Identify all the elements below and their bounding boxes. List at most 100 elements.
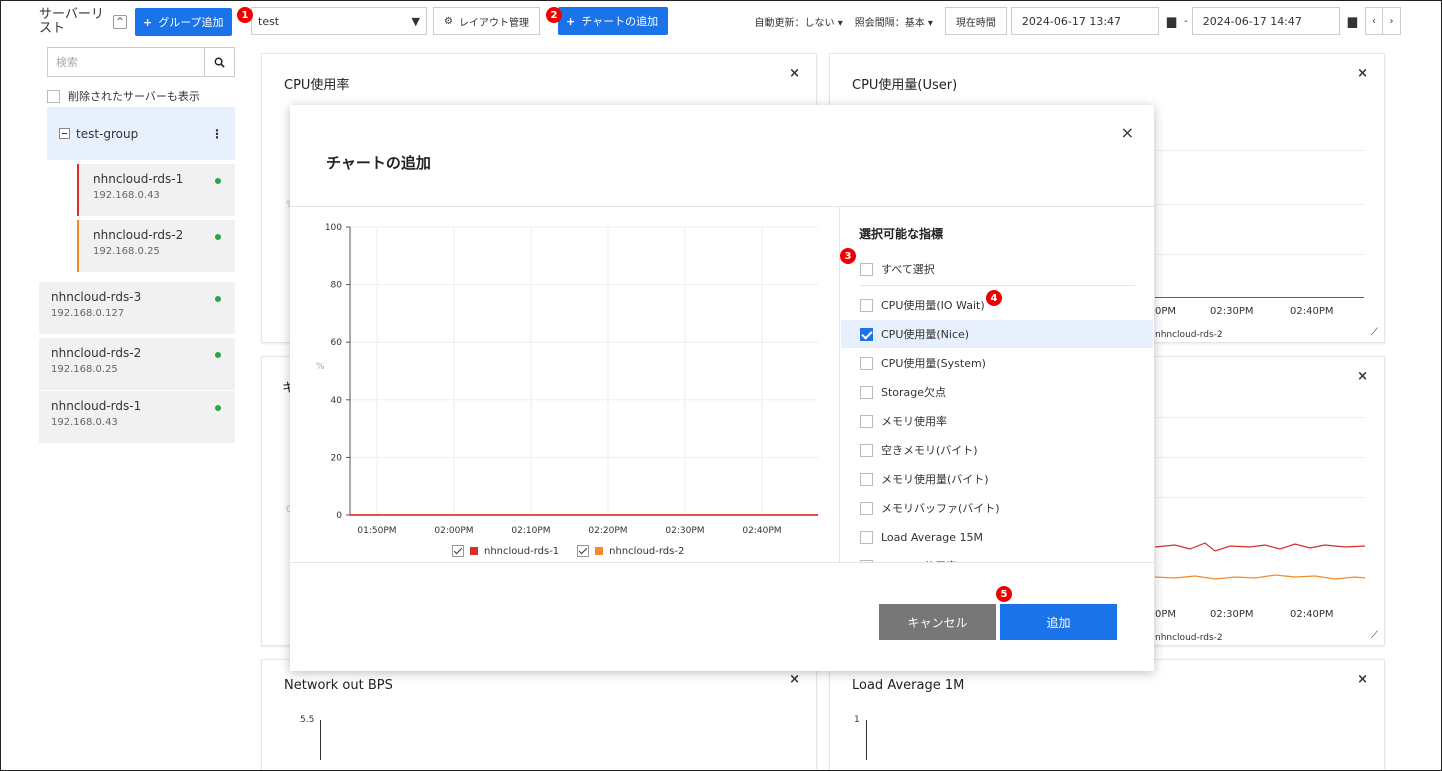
next-arrow-icon[interactable]: › [1383, 7, 1401, 35]
server-item[interactable]: nhncloud-rds-3 192.168.0.127 [39, 282, 235, 334]
card-title: Load Average 1M [852, 678, 965, 693]
card-title: CPU使用率 [284, 78, 350, 93]
series-line-rds-2 [1155, 574, 1365, 580]
metric-checkbox[interactable] [860, 530, 873, 544]
status-dot-icon [215, 296, 221, 302]
server-item[interactable]: nhncloud-rds-2 192.168.0.25 [77, 220, 235, 272]
select-all-checkbox[interactable] [860, 262, 873, 276]
metric-checkbox[interactable] [860, 356, 873, 370]
metric-option[interactable]: メモリバッファ(バイト) [841, 494, 1153, 522]
interval-dropdown[interactable]: 照会間隔：基本 ▾ [855, 14, 933, 29]
add-group-label: グループ追加 [158, 16, 224, 29]
server-ip: 192.168.0.127 [51, 308, 125, 319]
layout-select[interactable]: test ▼ [251, 7, 427, 35]
plus-icon: + [143, 15, 153, 29]
start-time-input[interactable]: 2024-06-17 13:47 [1010, 7, 1159, 35]
metric-option[interactable]: メモリ使用率 [841, 407, 1153, 435]
group-item[interactable]: test-group ⋮ [47, 107, 235, 160]
legend-checkbox[interactable] [452, 545, 464, 557]
metric-checkbox[interactable] [860, 414, 873, 428]
sidebar-title: サーバーリスト [39, 7, 104, 36]
y-tick-label: 100 [325, 223, 342, 233]
series-lines [1155, 542, 1365, 580]
server-list-sidebar: サーバーリスト ^ + グループ追加 検索 削除されたサーバーも表示 test-… [39, 5, 237, 443]
grid-line [1155, 457, 1364, 458]
search-input[interactable]: 検索 [48, 48, 204, 76]
server-item[interactable]: nhncloud-rds-2 192.168.0.25 [39, 338, 235, 390]
legend-label: nhncloud-rds-2 [609, 545, 685, 557]
collapse-group-icon[interactable] [59, 128, 70, 139]
y-tick-label: 5.5 [300, 715, 315, 725]
status-dot-icon [215, 234, 221, 240]
legend-item[interactable]: nhncloud-rds-1 [452, 545, 559, 557]
metric-option[interactable]: 空きメモリ(バイト) [841, 436, 1153, 464]
select-all-option[interactable]: すべて選択 [841, 255, 1153, 283]
x-tick-label: 02:30PM [1210, 306, 1254, 317]
metric-checkbox[interactable] [860, 443, 873, 457]
server-ip: 192.168.0.43 [51, 417, 118, 428]
chart-card: Load Average 1M × 1 [829, 659, 1385, 770]
metric-checkbox[interactable] [860, 385, 873, 399]
interval-label: 照会間隔：基本 [854, 17, 925, 29]
metric-option[interactable]: CPU使用量(Nice) [841, 320, 1153, 348]
cancel-button[interactable]: キャンセル [879, 604, 996, 640]
resize-handle-icon[interactable]: ⟋ [1371, 327, 1378, 338]
resize-handle-icon[interactable]: ⟋ [1371, 630, 1378, 641]
close-icon[interactable]: × [1357, 66, 1368, 81]
auto-refresh-dropdown[interactable]: 自動更新：しない ▾ [755, 14, 843, 29]
prev-arrow-icon[interactable]: ‹ [1365, 7, 1383, 35]
metric-label: Storage欠点 [881, 386, 947, 399]
layout-manage-button[interactable]: ⚙ レイアウト管理 [433, 7, 540, 35]
grid-line [1155, 204, 1364, 205]
add-button[interactable]: 追加 [1000, 604, 1117, 640]
now-button[interactable]: 現在時間 [944, 7, 1007, 35]
metrics-header: 選択可能な指標 [859, 227, 944, 241]
legend-item[interactable]: nhncloud-rds-2 [577, 545, 684, 557]
metric-label: CPU使用量(Nice) [881, 328, 970, 341]
step-badge: 4 [986, 290, 1002, 306]
legend-checkbox[interactable] [577, 545, 590, 557]
search-button[interactable] [204, 48, 234, 76]
close-icon[interactable]: × [1121, 123, 1134, 142]
metric-checkbox[interactable] [860, 327, 873, 341]
metric-option[interactable]: CPU使用量(System) [841, 349, 1153, 377]
x-tick-label: 0PM [1155, 609, 1177, 620]
x-tick-label: 02:00PM [434, 526, 473, 536]
server-item[interactable]: nhncloud-rds-1 192.168.0.43 [77, 164, 235, 216]
metric-label: CPU使用量(IO Wait) [881, 299, 985, 312]
auto-refresh-label: 自動更新：しない [754, 17, 835, 29]
y-tick-label: 1 [854, 715, 860, 725]
metric-option[interactable]: Storage使用率 [841, 552, 1153, 562]
grid-line [1155, 254, 1364, 255]
metric-checkbox[interactable] [860, 472, 873, 486]
collapse-icon[interactable]: ^ [113, 15, 127, 29]
select-all-label: すべて選択 [881, 263, 935, 276]
close-icon[interactable]: × [789, 66, 800, 81]
server-item[interactable]: nhncloud-rds-1 192.168.0.43 [39, 391, 235, 443]
end-time-input[interactable]: 2024-06-17 14:47 [1191, 7, 1340, 35]
close-icon[interactable]: × [1357, 369, 1368, 384]
x-tick-label: 02:10PM [511, 526, 550, 536]
show-deleted-label: 削除されたサーバーも表示 [68, 90, 200, 103]
y-axis [866, 720, 867, 760]
search-box: 検索 [47, 47, 235, 77]
metric-checkbox[interactable] [860, 501, 873, 515]
add-chart-button[interactable]: + チャートの追加 [557, 7, 668, 35]
metric-option[interactable]: Storage欠点 [841, 378, 1153, 406]
show-deleted-option[interactable]: 削除されたサーバーも表示 [47, 88, 200, 104]
metric-option[interactable]: メモリ使用量(バイト) [841, 465, 1153, 493]
add-group-button[interactable]: + グループ追加 [135, 8, 232, 36]
kebab-menu-icon[interactable]: ⋮ [211, 127, 223, 141]
calendar-icon[interactable]: ▆ [1348, 14, 1357, 28]
show-deleted-checkbox[interactable] [47, 89, 60, 103]
metric-checkbox[interactable] [860, 298, 873, 312]
step-badge: 1 [237, 7, 253, 23]
calendar-icon[interactable]: ▆ [1167, 14, 1176, 28]
server-name: nhncloud-rds-1 [93, 172, 184, 186]
close-icon[interactable]: × [1357, 672, 1368, 687]
close-icon[interactable]: × [789, 672, 800, 687]
series-line [1155, 297, 1364, 298]
y-tick-label: 20 [331, 453, 343, 463]
metric-option[interactable]: Load Average 15M [841, 523, 1153, 551]
divider [860, 285, 1135, 286]
